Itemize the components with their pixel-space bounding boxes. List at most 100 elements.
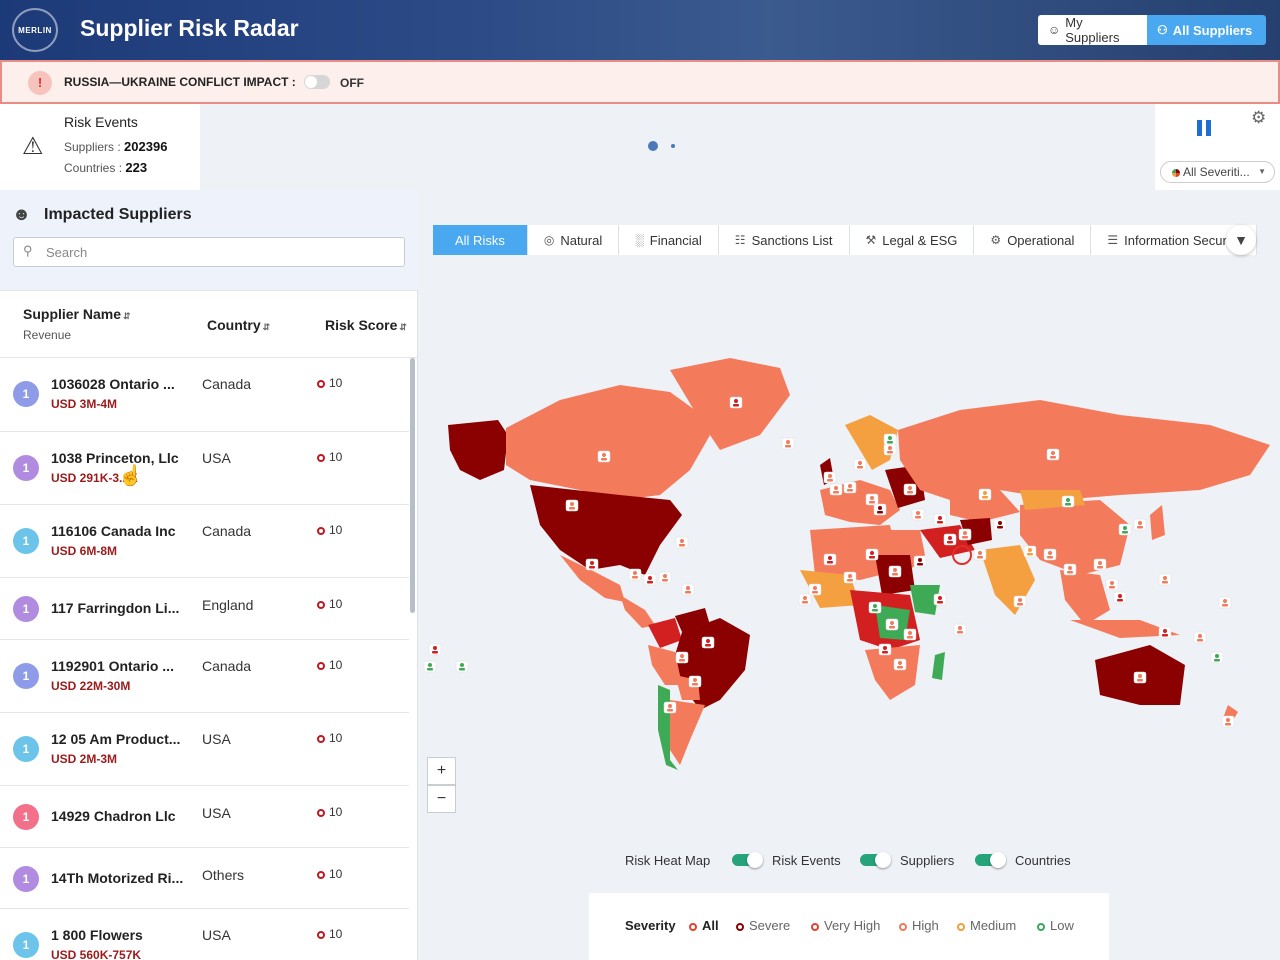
events-carousel [200, 104, 1155, 190]
supplier-marker-body [897, 666, 903, 669]
map-country-russia [898, 400, 1270, 500]
supplier-marker-body [937, 601, 943, 604]
table-scrollbar[interactable] [410, 358, 415, 613]
tab-natural[interactable]: ◎ Natural [527, 225, 620, 255]
supplier-marker-body [705, 644, 711, 647]
col-supplier-name-label: Supplier Name [23, 306, 122, 322]
tab-operational[interactable]: ⚙ Operational [974, 225, 1092, 255]
conflict-toggle[interactable] [304, 75, 330, 89]
heat-map-toggle[interactable] [732, 852, 763, 868]
supplier-marker-head [870, 496, 874, 500]
severity-filter-very-high[interactable]: Very High [811, 918, 880, 933]
supplier-marker-head [1198, 634, 1202, 638]
supplier-marker-head [828, 474, 832, 478]
world-risk-map[interactable] [420, 340, 1280, 780]
supplier-risk-score: 10 [317, 658, 342, 672]
supplier-marker-body [847, 579, 853, 582]
severity-filter-medium[interactable]: Medium [957, 918, 1016, 933]
table-row[interactable]: 1 1 800 Flowers USD 560K-757K USA 10 [0, 909, 409, 960]
risk-events-toggle[interactable] [860, 852, 891, 868]
table-row[interactable]: 1 117 Farringdon Li... England 10 [0, 578, 409, 640]
severity-filter-label: Medium [970, 918, 1017, 933]
severity-filter-low[interactable]: Low [1037, 918, 1074, 933]
col-supplier-name[interactable]: Supplier Name ⇵ [23, 306, 131, 322]
tab-legal-esg[interactable]: ⚒ Legal & ESG [849, 225, 975, 255]
map-country-japan [1150, 505, 1165, 540]
tab-financial[interactable]: ░ Financial [619, 225, 719, 255]
supplier-name[interactable]: 12 05 Am Product... [51, 731, 191, 747]
col-country[interactable]: Country ⇵ [207, 317, 270, 333]
supplier-country: Others [202, 866, 245, 883]
supplier-marker-head [570, 502, 574, 506]
merlin-logo[interactable]: MERLIN [12, 8, 58, 52]
supplier-marker-body [892, 573, 898, 576]
filter-icon[interactable]: ▼ [1226, 225, 1256, 255]
search-box[interactable]: ⚲ [13, 237, 405, 267]
table-row[interactable]: 1 12 05 Am Product... USD 2M-3M USA 10 [0, 713, 409, 786]
supplier-name[interactable]: 14Th Motorized Ri... [51, 870, 191, 886]
search-input[interactable] [46, 243, 386, 261]
supplier-marker-body [887, 441, 893, 444]
conflict-label: RUSSIA—UKRAINE CONFLICT IMPACT : [64, 75, 296, 89]
supplier-marker-head [1226, 718, 1230, 722]
supplier-marker-head [813, 586, 817, 590]
table-row[interactable]: 1 14929 Chadron Llc USA 10 [0, 786, 409, 848]
supplier-country: USA [202, 450, 231, 466]
severity-filter-all[interactable]: All [689, 918, 719, 933]
supplier-marker-body [1214, 659, 1220, 662]
warning-icon: ⚠ [22, 133, 44, 160]
risk-ring-icon [317, 454, 325, 462]
table-row[interactable]: 1 1038 Princeton, Llc USD 291K-3...K USA 10 [0, 432, 409, 505]
table-row[interactable]: 1 1192901 Ontario ... USD 22M-30M Canada 10 [0, 640, 409, 713]
supplier-risk-score: 10 [317, 597, 342, 611]
pause-icon[interactable] [1197, 120, 1211, 136]
supplier-name[interactable]: 1036028 Ontario ... [51, 376, 191, 392]
table-row[interactable]: 1 14Th Motorized Ri... Others 10 [0, 848, 409, 909]
map-country-usa [530, 485, 682, 575]
supplier-name[interactable]: 1 800 Flowers [51, 927, 191, 943]
suppliers-toggle[interactable] [975, 852, 1006, 868]
carousel-dot-active[interactable] [648, 141, 658, 151]
table-row[interactable]: 1 1036028 Ontario ... USD 3M-4M Canada 10 [0, 358, 409, 432]
supplier-name[interactable]: 1192901 Ontario ... [51, 658, 191, 674]
severity-filter-severe[interactable]: Severe [736, 918, 790, 933]
supplier-marker-body [937, 521, 943, 524]
carousel-dot[interactable] [671, 144, 675, 148]
app-title: Supplier Risk Radar [80, 15, 299, 41]
table-row[interactable]: 1 116106 Canada Inc USD 6M-8M Canada 10 [0, 505, 409, 578]
supplier-name[interactable]: 117 Farringdon Li... [51, 600, 191, 616]
supplier-marker-head [803, 596, 807, 600]
supplier-name[interactable]: 14929 Chadron Llc [51, 808, 191, 824]
alarm-icon: ! [28, 71, 52, 95]
tab-all-risks[interactable]: All Risks [433, 225, 528, 255]
tab-sanctions-list[interactable]: ☷ Sanctions List [718, 225, 850, 255]
supplier-marker-body [877, 511, 883, 514]
supplier-marker-head [693, 678, 697, 682]
zoom-in-button[interactable]: + [427, 757, 456, 785]
supplier-revenue: USD 3M-4M [51, 397, 118, 411]
map-country-southern-africa [865, 645, 920, 700]
supplier-name[interactable]: 116106 Canada Inc [51, 523, 191, 539]
severity-select[interactable]: All Severiti... ▼ [1160, 161, 1275, 183]
col-risk-score[interactable]: Risk Score ⇵ [325, 317, 407, 333]
severity-filter-high[interactable]: High [899, 918, 939, 933]
zoom-out-button[interactable]: − [427, 785, 456, 813]
supplier-marker-head [938, 596, 942, 600]
supplier-marker-body [812, 591, 818, 594]
supplier-marker-head [1048, 551, 1052, 555]
supplier-marker-body [869, 501, 875, 504]
supplier-marker-head [1163, 629, 1167, 633]
supplier-marker-body [833, 491, 839, 494]
supplier-marker-head [686, 586, 690, 590]
risk-ring-icon [317, 809, 325, 817]
tab-label: Legal & ESG [882, 232, 958, 248]
all-suppliers-button[interactable]: ⚇ All Suppliers [1147, 15, 1266, 45]
risk-score-value: 10 [329, 658, 343, 672]
supplier-risk-score: 10 [317, 731, 342, 745]
supplier-marker-head [878, 506, 882, 510]
supplier-marker-head [1068, 566, 1072, 570]
settings-gear-icon[interactable]: ⚙ [1251, 108, 1266, 128]
my-suppliers-button[interactable]: ☺ My Suppliers [1038, 15, 1147, 45]
supplier-marker-head [1118, 594, 1122, 598]
supplier-marker-head [898, 661, 902, 665]
